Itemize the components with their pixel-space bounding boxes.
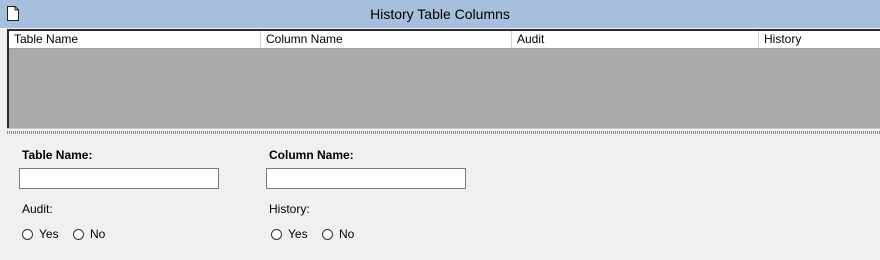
radio-circle-icon[interactable] — [73, 228, 84, 240]
column-name-label: Column Name: — [269, 148, 354, 162]
radio-circle-icon[interactable] — [322, 228, 333, 240]
history-table-columns-window: History Table Columns Table Name Column … — [0, 0, 880, 260]
audit-label: Audit: — [22, 202, 53, 216]
column-header-audit[interactable]: Audit — [512, 31, 759, 48]
grid-header: Table Name Column Name Audit History — [9, 31, 880, 49]
title-bar: History Table Columns — [0, 0, 880, 28]
splitter-handle[interactable] — [7, 128, 880, 135]
history-no-radio[interactable]: No — [322, 227, 354, 241]
radio-circle-icon[interactable] — [22, 228, 33, 240]
audit-no-radio[interactable]: No — [73, 227, 105, 241]
radio-circle-icon[interactable] — [271, 228, 282, 240]
column-name-input[interactable] — [266, 168, 466, 189]
column-header-column-name[interactable]: Column Name — [261, 31, 512, 48]
audit-yes-label[interactable]: Yes — [39, 227, 59, 241]
window-title: History Table Columns — [370, 6, 510, 22]
column-header-history[interactable]: History — [759, 31, 880, 48]
history-label: History: — [269, 202, 310, 216]
history-yes-radio[interactable]: Yes — [271, 227, 308, 241]
history-columns-grid[interactable]: Table Name Column Name Audit History — [7, 29, 880, 128]
history-no-label[interactable]: No — [339, 227, 354, 241]
history-yes-label[interactable]: Yes — [288, 227, 308, 241]
table-name-input[interactable] — [19, 168, 219, 189]
audit-yes-radio[interactable]: Yes — [22, 227, 59, 241]
column-header-table-name[interactable]: Table Name — [9, 31, 261, 48]
audit-no-label[interactable]: No — [90, 227, 105, 241]
detail-form: Table Name: Column Name: Audit: Yes No H… — [7, 135, 880, 260]
grid-body[interactable] — [9, 49, 880, 128]
table-name-label: Table Name: — [22, 148, 93, 162]
